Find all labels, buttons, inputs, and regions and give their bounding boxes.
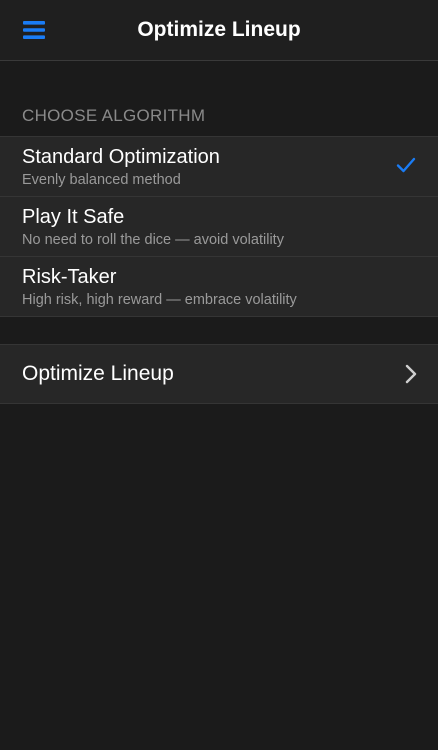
- page-title: Optimize Lineup: [137, 18, 301, 41]
- optimize-lineup-button[interactable]: Optimize Lineup: [0, 345, 438, 403]
- hamburger-menu-icon: [23, 21, 45, 39]
- option-subtitle: No need to roll the dice — avoid volatil…: [22, 232, 284, 248]
- section-header-algorithm: CHOOSE ALGORITHM: [22, 106, 206, 125]
- checkmark-icon: [396, 157, 416, 173]
- algorithm-option-play-it-safe[interactable]: Play It Safe No need to roll the dice — …: [0, 196, 438, 256]
- option-title: Standard Optimization: [22, 146, 220, 168]
- option-title: Risk-Taker: [22, 266, 117, 288]
- option-subtitle: Evenly balanced method: [22, 172, 181, 188]
- option-subtitle: High risk, high reward — embrace volatil…: [22, 292, 297, 308]
- algorithm-option-risk-taker[interactable]: Risk-Taker High risk, high reward — embr…: [0, 256, 438, 316]
- chevron-right-icon: [405, 364, 417, 384]
- action-group: Optimize Lineup: [0, 344, 438, 404]
- option-title: Play It Safe: [22, 206, 125, 228]
- app-screen: Optimize Lineup CHOOSE ALGORITHM Standar…: [0, 0, 438, 750]
- menu-button[interactable]: [14, 10, 54, 50]
- algorithm-option-standard[interactable]: Standard Optimization Evenly balanced me…: [0, 137, 438, 196]
- optimize-lineup-label: Optimize Lineup: [22, 362, 174, 385]
- navigation-bar: Optimize Lineup: [0, 0, 438, 61]
- algorithm-list: Standard Optimization Evenly balanced me…: [0, 136, 438, 317]
